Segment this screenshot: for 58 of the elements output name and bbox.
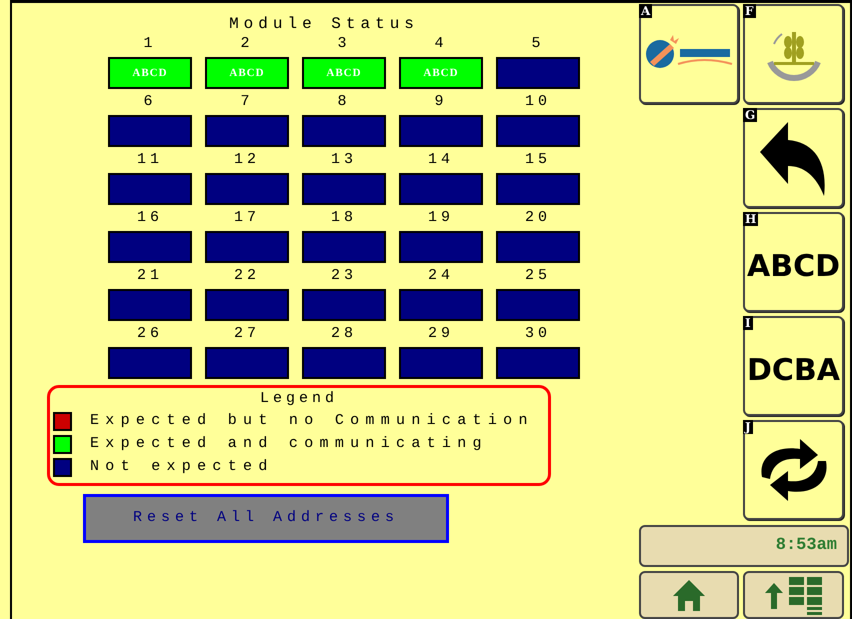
module-number: 3 xyxy=(337,35,350,53)
key-letter-badge: H xyxy=(743,212,758,226)
module-number: 25 xyxy=(524,267,551,285)
module-number: 21 xyxy=(136,267,163,285)
module-number: 12 xyxy=(234,151,260,169)
module-number: 5 xyxy=(531,35,544,53)
key-letter-badge: J xyxy=(743,420,753,434)
module-number: 27 xyxy=(234,325,260,343)
module-number: 30 xyxy=(524,325,551,343)
module-number: 14 xyxy=(428,151,454,169)
module-number: 29 xyxy=(428,325,454,343)
home-button[interactable] xyxy=(639,571,739,619)
module-number: 13 xyxy=(330,151,357,169)
clock-display: 8:53am xyxy=(639,525,849,567)
module-number: 19 xyxy=(428,209,454,227)
module-number: 11 xyxy=(136,151,163,169)
softkey[interactable]: G xyxy=(743,108,844,208)
legend-label: Expected but no Communication xyxy=(90,411,534,432)
home-icon xyxy=(672,579,706,611)
module-number: 24 xyxy=(428,267,454,285)
screen-title: Module Status xyxy=(229,15,419,33)
module-number: 26 xyxy=(136,325,163,343)
module-status: ABCD xyxy=(205,57,289,89)
layout-menu-button[interactable] xyxy=(743,571,844,619)
module-number: 4 xyxy=(434,35,448,53)
legend-title: Legend xyxy=(260,389,338,409)
module-number: 2 xyxy=(240,35,254,53)
key-letter-badge: G xyxy=(743,108,758,122)
module-status: ABCD xyxy=(108,57,192,89)
module-status: ABCD xyxy=(399,57,483,89)
module-number: 22 xyxy=(234,267,260,285)
module-number: 7 xyxy=(240,93,254,111)
key-letter-badge: A xyxy=(639,4,652,18)
module-number: 16 xyxy=(136,209,163,227)
module-number: 18 xyxy=(330,209,357,227)
module-number: 6 xyxy=(143,93,156,111)
key-letter-badge: F xyxy=(743,4,756,18)
module-number: 17 xyxy=(234,209,260,227)
module-number: 20 xyxy=(524,209,551,227)
module-number: 8 xyxy=(337,93,350,111)
softkey[interactable]: I DCBA xyxy=(743,316,844,416)
softkey[interactable]: J xyxy=(743,420,844,520)
module-number: 10 xyxy=(524,93,551,111)
reset-addresses-button[interactable]: Reset All Addresses xyxy=(83,494,449,543)
module-number: 9 xyxy=(434,93,448,111)
module-number: 28 xyxy=(330,325,357,343)
module-number: 23 xyxy=(330,267,357,285)
legend-label: Not expected xyxy=(90,457,274,478)
up-arrow-icon xyxy=(764,583,782,609)
module-number: 15 xyxy=(524,151,551,169)
key-letter-badge: I xyxy=(743,316,753,330)
softkey[interactable]: A xyxy=(639,4,739,104)
softkey[interactable]: F xyxy=(743,4,844,104)
softkey[interactable]: H ABCD xyxy=(743,212,844,312)
grid-layout-icon xyxy=(788,577,822,617)
module-status: ABCD xyxy=(302,57,386,89)
module-number: 1 xyxy=(143,35,156,53)
legend-label: Expected and communicating xyxy=(90,434,488,454)
